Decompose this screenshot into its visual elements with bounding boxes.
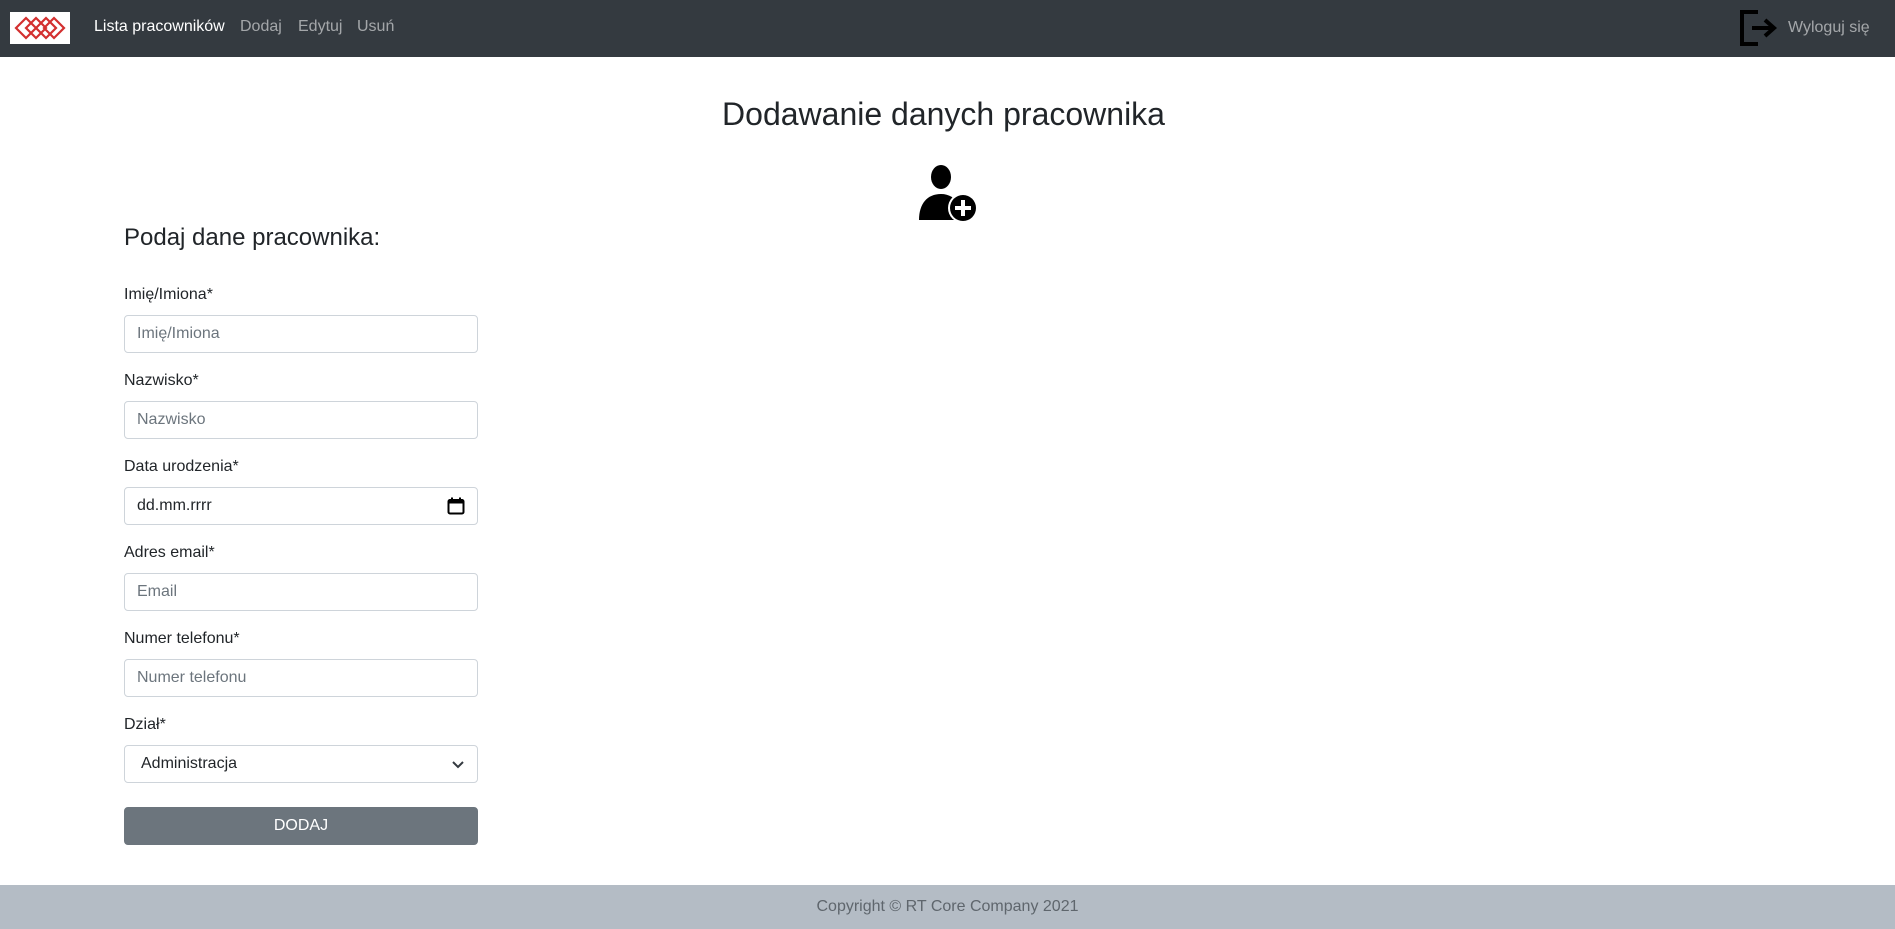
top-navbar: Lista pracowników Dodaj Edytuj Usuń Wylo… (0, 0, 1895, 57)
nav-link-edytuj[interactable]: Edytuj (298, 17, 342, 37)
calendar-icon[interactable] (447, 497, 465, 515)
scrollbar-track (1887, 57, 1895, 885)
email-label: Adres email* (124, 544, 215, 561)
nav-link-usun[interactable]: Usuń (357, 17, 394, 37)
nav-link-lista-pracownikow[interactable]: Lista pracowników (94, 17, 225, 37)
birth-date-format: dd.mm.rrrr (137, 497, 212, 514)
last-name-input[interactable] (124, 401, 478, 439)
add-employee-button[interactable]: DODAJ (124, 807, 478, 845)
company-diamond-logo-icon (14, 16, 66, 40)
department-selected-value: Administracja (141, 755, 238, 772)
page-title: Dodawanie danych pracownika (722, 96, 1165, 132)
department-select[interactable]: Administracja (124, 745, 478, 783)
last-name-label: Nazwisko* (124, 372, 199, 389)
phone-label: Numer telefonu* (124, 630, 240, 647)
add-user-icon (919, 165, 978, 223)
birth-date-input[interactable]: dd.mm.rrrr (124, 487, 478, 525)
form-heading: Podaj dane pracownika: (124, 224, 381, 251)
chevron-down-icon (452, 761, 464, 769)
footer: Copyright © RT Core Company 2021 (0, 885, 1895, 929)
phone-input[interactable] (124, 659, 478, 697)
department-label: Dział* (124, 716, 166, 733)
first-name-input[interactable] (124, 315, 478, 353)
logout-button[interactable]: Wyloguj się (1738, 8, 1870, 48)
copyright-text: Copyright © RT Core Company 2021 (816, 898, 1079, 915)
first-name-label: Imię/Imiona* (124, 286, 213, 303)
logout-label: Wyloguj się (1788, 19, 1870, 36)
company-logo[interactable] (10, 12, 70, 44)
logout-icon (1740, 10, 1778, 46)
nav-link-dodaj[interactable]: Dodaj (240, 17, 282, 37)
birth-date-label: Data urodzenia* (124, 458, 239, 475)
email-input[interactable] (124, 573, 478, 611)
